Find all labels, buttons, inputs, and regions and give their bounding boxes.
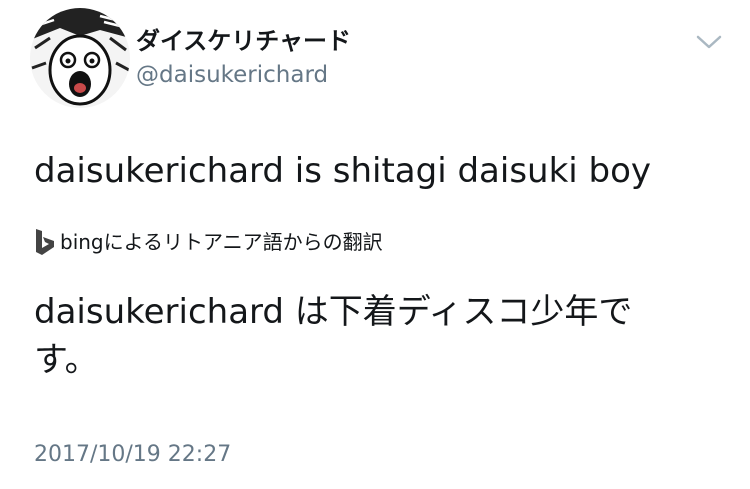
chevron-down-icon <box>696 35 722 49</box>
manga-face-avatar-icon <box>30 8 130 108</box>
tweet-text: daisukerichard is shitagi daisuki boy <box>34 151 652 191</box>
bing-logo-icon <box>36 229 54 255</box>
translated-text: daisukerichard は下着ディスコ少年です。 <box>34 292 633 380</box>
display-name[interactable]: ダイスケリチャード <box>136 26 351 56</box>
translation-attribution[interactable]: bingによるリトアニア語からの翻訳 <box>34 226 383 258</box>
tweet-timestamp[interactable]: 2017/10/19 22:27 <box>34 440 231 470</box>
translation-label: bingによるリトアニア語からの翻訳 <box>60 230 383 254</box>
tweet-menu-button[interactable] <box>694 32 724 52</box>
avatar[interactable] <box>30 8 130 108</box>
user-handle[interactable]: @daisukerichard <box>136 60 328 90</box>
